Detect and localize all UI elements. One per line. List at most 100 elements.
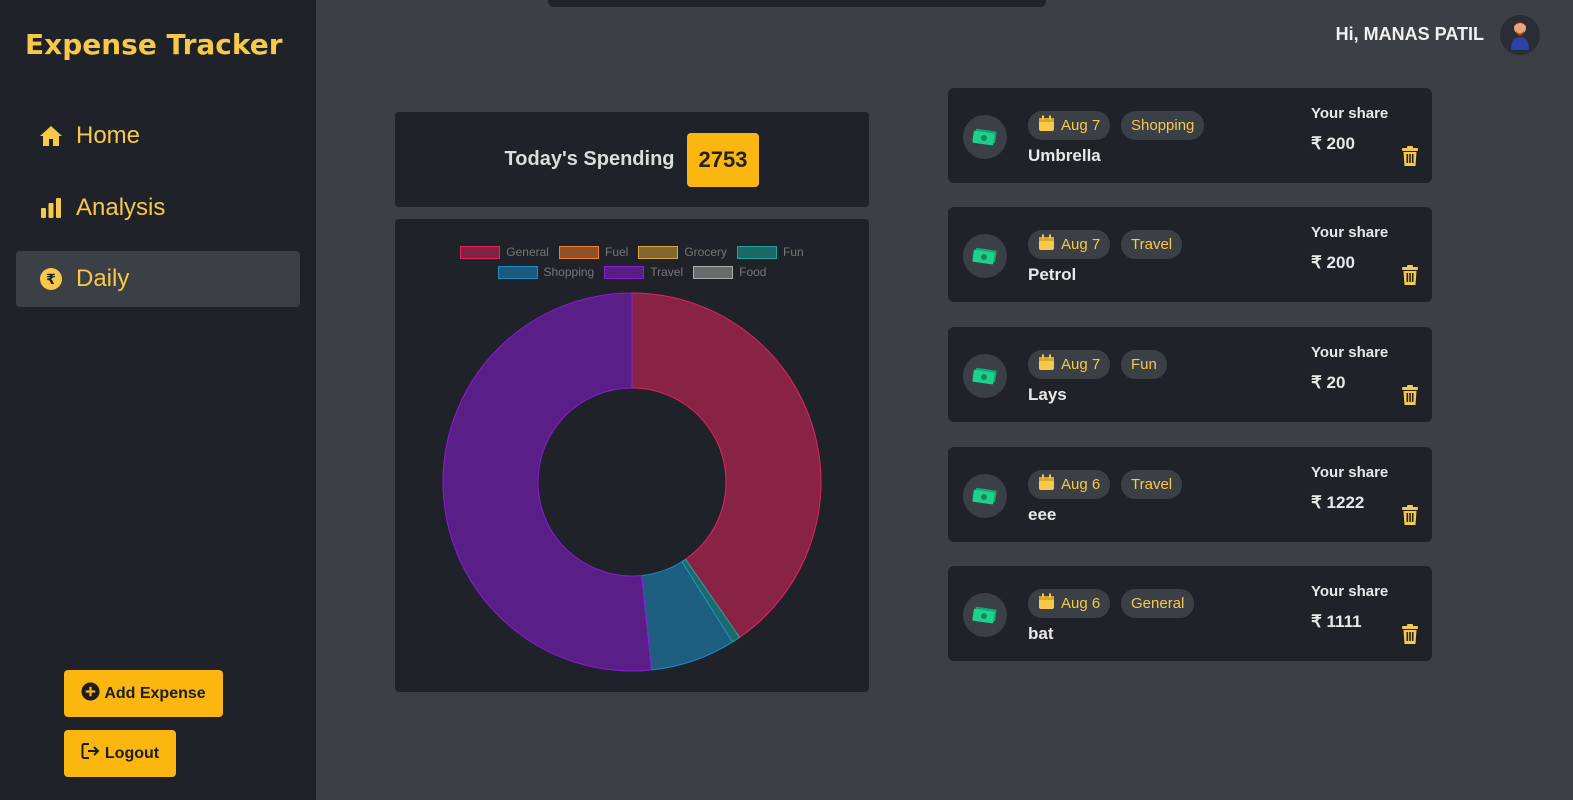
expense-date: Aug 7 [1061, 356, 1101, 373]
date-badge: Aug 6 [1028, 589, 1111, 618]
legend-item[interactable]: Fuel [558, 245, 629, 259]
expense-name: Umbrella [1028, 146, 1101, 165]
nav-item-daily[interactable]: ₹ Daily [16, 251, 300, 307]
delete-icon[interactable] [1401, 624, 1419, 644]
share-amount: ₹ 20 [1311, 373, 1346, 392]
money-icon [963, 593, 1007, 637]
user-greeting: Hi, MANAS PATIL [1335, 24, 1484, 44]
expense-card[interactable]: Aug 6 General bat Your share ₹ 1111 [948, 566, 1432, 661]
legend-swatch [558, 245, 599, 259]
legend-swatch [497, 265, 538, 279]
legend-item[interactable]: General [460, 245, 549, 259]
expense-category: General [1131, 595, 1185, 612]
expense-date: Aug 7 [1061, 117, 1101, 134]
share-amount: ₹ 1222 [1311, 493, 1365, 512]
expense-card[interactable]: Aug 7 Fun Lays Your share ₹ 20 [948, 327, 1432, 422]
add-expense-button[interactable]: Add Expense [64, 670, 223, 717]
date-badge: Aug 6 [1028, 470, 1111, 499]
legend-item[interactable]: Grocery [638, 245, 727, 259]
home-icon [38, 123, 64, 149]
bar-chart-icon [38, 195, 64, 221]
legend-item[interactable]: Food [693, 265, 766, 279]
money-icon [963, 474, 1007, 518]
legend-swatch [693, 265, 734, 279]
nav-item-home[interactable]: Home [16, 108, 300, 164]
category-badge: Fun [1121, 350, 1167, 379]
category-chart-card: General Fuel Grocery Fun Shopping Travel Food [395, 219, 869, 692]
category-badge: Travel [1121, 470, 1183, 499]
share-amount: ₹ 200 [1311, 253, 1355, 272]
delete-icon[interactable] [1401, 385, 1419, 405]
date-badge: Aug 7 [1028, 350, 1111, 379]
nav-item-label: Home [76, 122, 141, 149]
legend-label: Fuel [604, 245, 629, 259]
delete-icon[interactable] [1401, 146, 1419, 166]
expense-card[interactable]: Aug 7 Travel Petrol Your share ₹ 200 [948, 207, 1432, 302]
date-badge: Aug 7 [1028, 230, 1111, 259]
money-icon [963, 115, 1007, 159]
expense-date: Aug 6 [1061, 476, 1101, 493]
calendar-icon [1038, 354, 1055, 375]
logout-label: Logout [104, 744, 160, 762]
legend-swatch [638, 245, 679, 259]
calendar-icon [1038, 234, 1055, 255]
todays-spending-value: 2753 [686, 132, 760, 187]
chart-slice-travel[interactable] [442, 292, 653, 672]
legend-item[interactable]: Fun [737, 245, 804, 259]
expense-card[interactable]: Aug 7 Shopping Umbrella Your share ₹ 200 [948, 88, 1432, 183]
date-badge: Aug 7 [1028, 111, 1111, 140]
plus-circle-icon [81, 681, 100, 706]
expense-name: Petrol [1028, 265, 1077, 284]
logout-button[interactable]: Logout [64, 730, 176, 777]
share-label: Your share [1311, 464, 1389, 481]
delete-icon[interactable] [1401, 265, 1419, 285]
share-amount: ₹ 200 [1311, 134, 1355, 153]
share-amount: ₹ 1111 [1311, 612, 1362, 631]
legend-item[interactable]: Shopping [497, 265, 595, 279]
legend-label: Fun [783, 245, 804, 259]
logout-icon [81, 742, 101, 765]
category-badge: Shopping [1121, 111, 1205, 140]
calendar-icon [1038, 474, 1055, 495]
legend-label: Travel [650, 265, 684, 279]
calendar-icon [1038, 115, 1055, 136]
legend-label: General [506, 245, 549, 259]
expense-category: Travel [1131, 236, 1173, 253]
share-label: Your share [1311, 583, 1389, 600]
legend-label: Grocery [684, 245, 728, 259]
expense-date: Aug 6 [1061, 595, 1101, 612]
money-icon [963, 354, 1007, 398]
expense-category: Fun [1131, 356, 1157, 373]
calendar-icon [1038, 593, 1055, 614]
share-label: Your share [1311, 344, 1389, 361]
money-icon [963, 234, 1007, 278]
category-badge: General [1121, 589, 1195, 618]
add-expense-label: Add Expense [104, 684, 206, 702]
category-badge: Travel [1121, 230, 1183, 259]
expense-name: Lays [1028, 385, 1067, 404]
nav-item-label: Daily [76, 265, 130, 292]
expense-category: Travel [1131, 476, 1173, 493]
expense-date: Aug 7 [1061, 236, 1101, 253]
legend-item[interactable]: Travel [604, 265, 683, 279]
expense-name: bat [1028, 624, 1054, 643]
top-bar [548, 0, 1046, 7]
user-avatar-icon [1511, 21, 1529, 50]
app-title: Expense Tracker [25, 28, 283, 61]
legend-label: Shopping [543, 265, 595, 279]
delete-icon[interactable] [1401, 505, 1419, 525]
nav-item-analysis[interactable]: Analysis [16, 180, 300, 236]
expense-card[interactable]: Aug 6 Travel eee Your share ₹ 1222 [948, 447, 1432, 542]
chart-legend: General Fuel Grocery Fun Shopping Travel Food [395, 245, 869, 279]
avatar[interactable] [1500, 15, 1540, 55]
svg-text:₹: ₹ [46, 272, 56, 288]
donut-chart [442, 292, 822, 672]
todays-spending-label: Today's Spending [504, 148, 675, 170]
sidebar: Expense Tracker Home Analysis ₹ Daily Ad… [0, 0, 316, 800]
expense-name: eee [1028, 505, 1057, 524]
rupee-icon: ₹ [38, 266, 64, 292]
todays-spending-card: Today's Spending 2753 [395, 112, 869, 207]
legend-swatch [737, 245, 778, 259]
share-label: Your share [1311, 105, 1389, 122]
share-label: Your share [1311, 224, 1389, 241]
